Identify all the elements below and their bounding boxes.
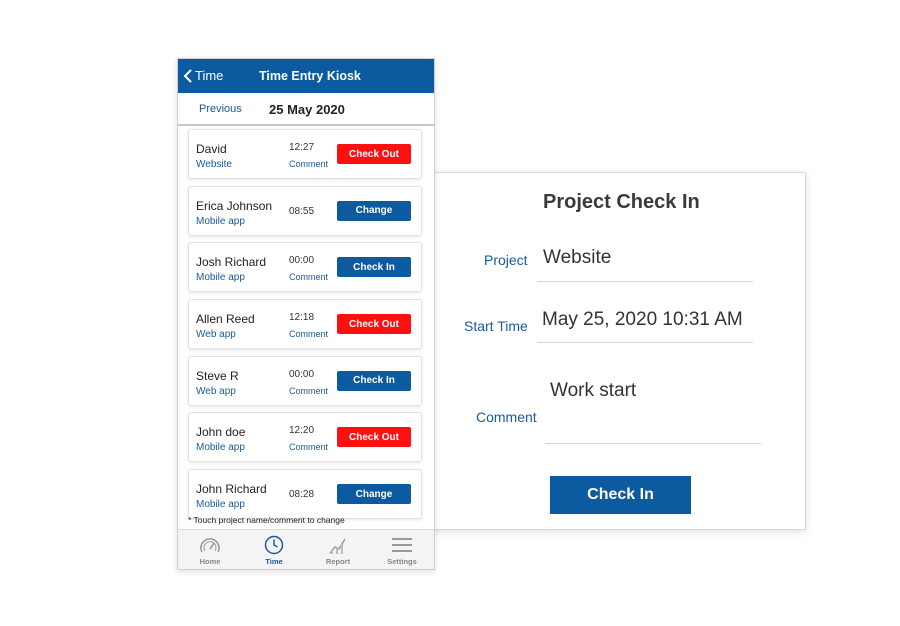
tab-time[interactable]: Time [242,530,306,569]
comment-label: Comment [476,409,537,425]
clock-icon [264,535,284,555]
check-in-button[interactable]: Check In [550,476,691,514]
entry-list: David Website 12:27 Comment Check Out Erica J… [188,129,422,526]
bottom-tab-bar: Home Time Report Settings [178,529,434,569]
entry-row: Steve R Web app 00:00 Comment Check In [188,355,422,406]
tab-settings[interactable]: Settings [370,530,434,569]
employee-name: Erica Johnson [196,198,273,213]
comment-field[interactable]: Work start [550,380,636,402]
checkin-button[interactable]: Check In [337,257,411,278]
project-field[interactable]: Website [543,247,611,269]
entry-time: 08:28 [289,489,315,501]
entry-row: John doe Mobile app 12:20 Comment Check Out [188,412,422,463]
entry-time: 12:27 [289,142,315,153]
checkin-button[interactable]: Check In [337,370,411,391]
comment-link[interactable]: Comment [289,272,328,282]
change-button[interactable]: Change [337,200,411,221]
comment-link[interactable]: Comment [289,442,328,452]
entry-row: Erica Johnson Mobile app 08:55 Change [188,185,422,236]
tab-report[interactable]: Report [306,530,370,569]
page-title: Time Entry Kiosk [259,69,361,83]
employee-name: Allen Reed [196,312,255,327]
report-chart-icon [329,538,346,554]
start-time-label: Start Time [464,318,528,334]
project-link[interactable]: Mobile app [196,216,245,227]
project-check-in-panel: Project Check In Project Website Start T… [430,172,806,530]
project-link[interactable]: Web app [196,329,236,340]
panel-title: Project Check In [543,191,700,213]
project-label: Project [484,252,528,268]
project-link[interactable]: Web app [196,386,236,397]
comment-link[interactable]: Comment [289,386,328,396]
employee-name: Josh Richard [196,255,267,270]
entry-time: 00:00 [289,368,315,380]
phone-screen: Time Time Entry Kiosk Previous 25 May 20… [177,58,435,570]
back-button[interactable]: Time [183,68,223,83]
project-link[interactable]: Mobile app [196,499,245,510]
entry-time: 08:55 [289,205,315,217]
tab-home[interactable]: Home [178,530,242,569]
previous-link[interactable]: Previous [199,103,242,115]
entry-time: 12:18 [289,312,315,324]
comment-underline [545,443,761,444]
employee-name: John Richard [196,482,267,497]
tab-home-label: Home [199,557,221,566]
start-time-field[interactable]: May 25, 2020 10:31 AM [542,309,743,331]
tab-report-label: Report [325,557,351,566]
comment-link[interactable]: Comment [289,159,328,169]
checkout-button[interactable]: Check Out [337,314,411,335]
current-date: 25 May 2020 [269,102,345,117]
menu-icon [392,538,412,552]
back-label: Time [195,68,224,83]
change-button[interactable]: Change [337,484,411,505]
checkout-button[interactable]: Check Out [337,427,411,448]
entry-row: David Website 12:27 Comment Check Out [188,129,422,179]
project-link[interactable]: Mobile app [196,272,245,283]
project-link[interactable]: Website [196,159,232,170]
entry-time: 00:00 [289,255,315,267]
employee-name: David [196,142,227,156]
start-time-underline [537,342,753,343]
entry-row: John Richard Mobile app 08:28 Change [188,469,422,520]
tab-time-label: Time [265,557,283,566]
hint-note: * Touch project name/comment to change [188,515,345,525]
project-field-underline [537,281,753,282]
entry-row: Allen Reed Web app 12:18 Comment Check Out [188,299,422,350]
header-bar: Time Time Entry Kiosk [178,59,434,93]
employee-name: John doe [196,425,246,440]
speedometer-icon [200,538,220,553]
project-link[interactable]: Mobile app [196,442,245,453]
comment-link[interactable]: Comment [289,329,328,339]
checkout-button[interactable]: Check Out [337,144,411,164]
date-bar: Previous 25 May 2020 [178,93,434,126]
entry-row: Josh Richard Mobile app 00:00 Comment Check … [188,242,422,293]
tab-settings-label: Settings [387,557,417,566]
employee-name: Steve R [196,368,239,383]
entry-time: 12:20 [289,425,315,437]
chevron-left-icon [183,68,192,83]
